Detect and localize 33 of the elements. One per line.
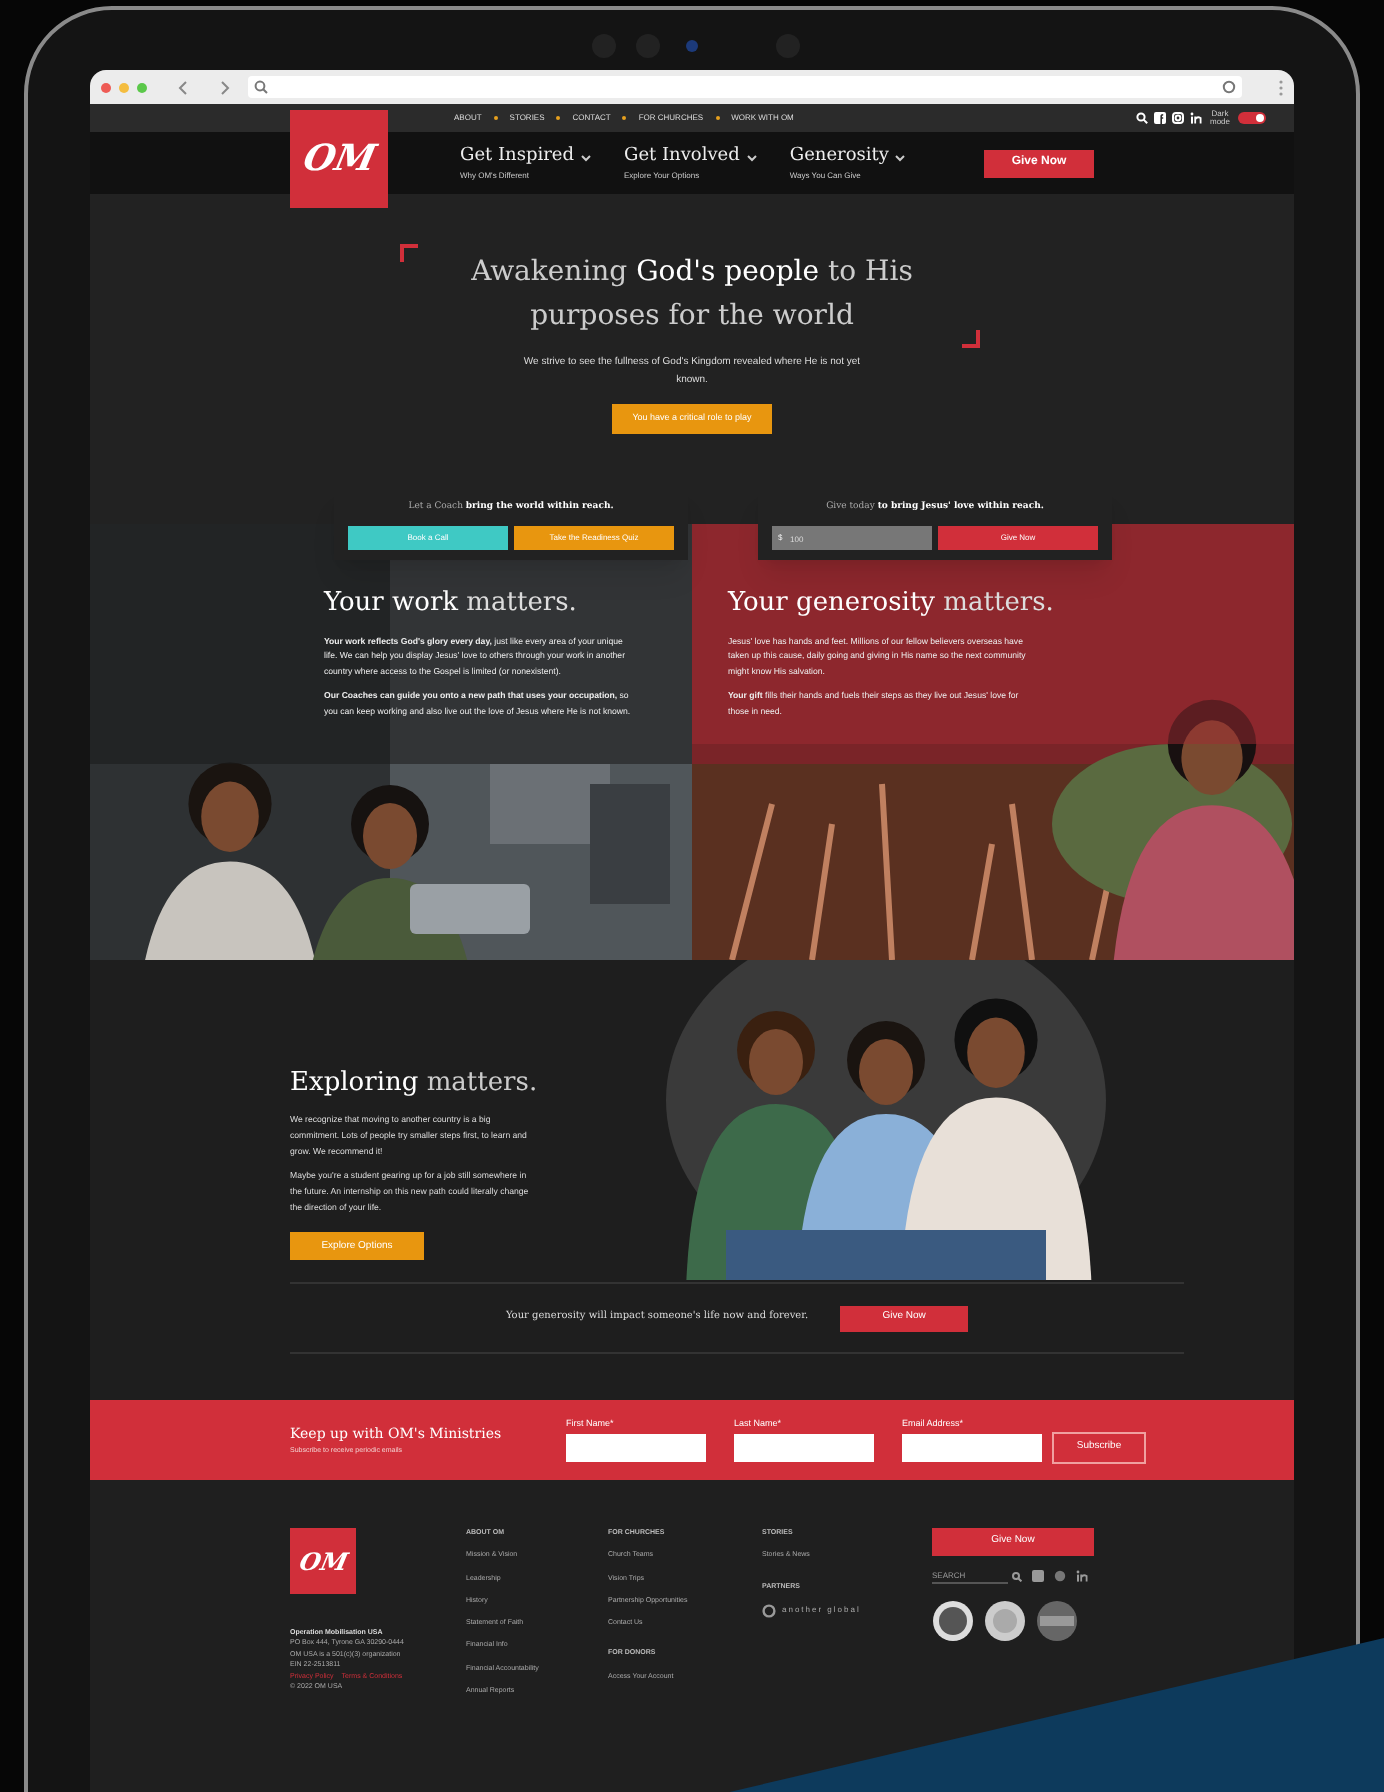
ring-icon xyxy=(762,1603,776,1618)
text-field[interactable] xyxy=(566,1433,706,1462)
logo[interactable]: OM xyxy=(290,110,388,208)
dark-mode-toggle[interactable] xyxy=(1238,112,1266,124)
seal-icon xyxy=(932,1600,974,1642)
chevron-icon xyxy=(745,153,758,161)
linkedin-icon xyxy=(1076,1570,1088,1582)
linkedin-icon xyxy=(1190,112,1202,124)
window-controls-icon xyxy=(100,81,152,93)
chevron-icon xyxy=(580,153,592,161)
reload-icon xyxy=(1222,80,1236,94)
facebook-icon xyxy=(1154,112,1166,124)
facebook-icon xyxy=(1032,1570,1044,1582)
seal-icon xyxy=(1036,1600,1078,1642)
panel-heading: Your generosity matters. xyxy=(728,586,1056,622)
hero-heading: Awakening God's people to His purposes for the world xyxy=(469,254,915,336)
instagram-icon xyxy=(1054,1570,1066,1582)
search-icon xyxy=(254,80,268,94)
panel-heading: Your work matters. xyxy=(324,586,579,622)
corner-mark-icon xyxy=(400,244,418,262)
back-icon xyxy=(176,79,192,95)
instagram-icon xyxy=(1172,112,1184,124)
logo[interactable]: OM xyxy=(290,1528,356,1594)
more-icon xyxy=(1278,79,1284,95)
text-field[interactable] xyxy=(734,1433,874,1462)
corner-mark-icon xyxy=(962,330,980,348)
forward-icon xyxy=(216,79,232,95)
text-field[interactable] xyxy=(902,1433,1042,1462)
search-icon xyxy=(1136,112,1148,124)
chevron-icon xyxy=(894,153,907,161)
section-heading: Exploring matters. xyxy=(290,1066,540,1102)
seal-icon xyxy=(984,1600,1026,1642)
search-icon xyxy=(1012,1571,1022,1581)
